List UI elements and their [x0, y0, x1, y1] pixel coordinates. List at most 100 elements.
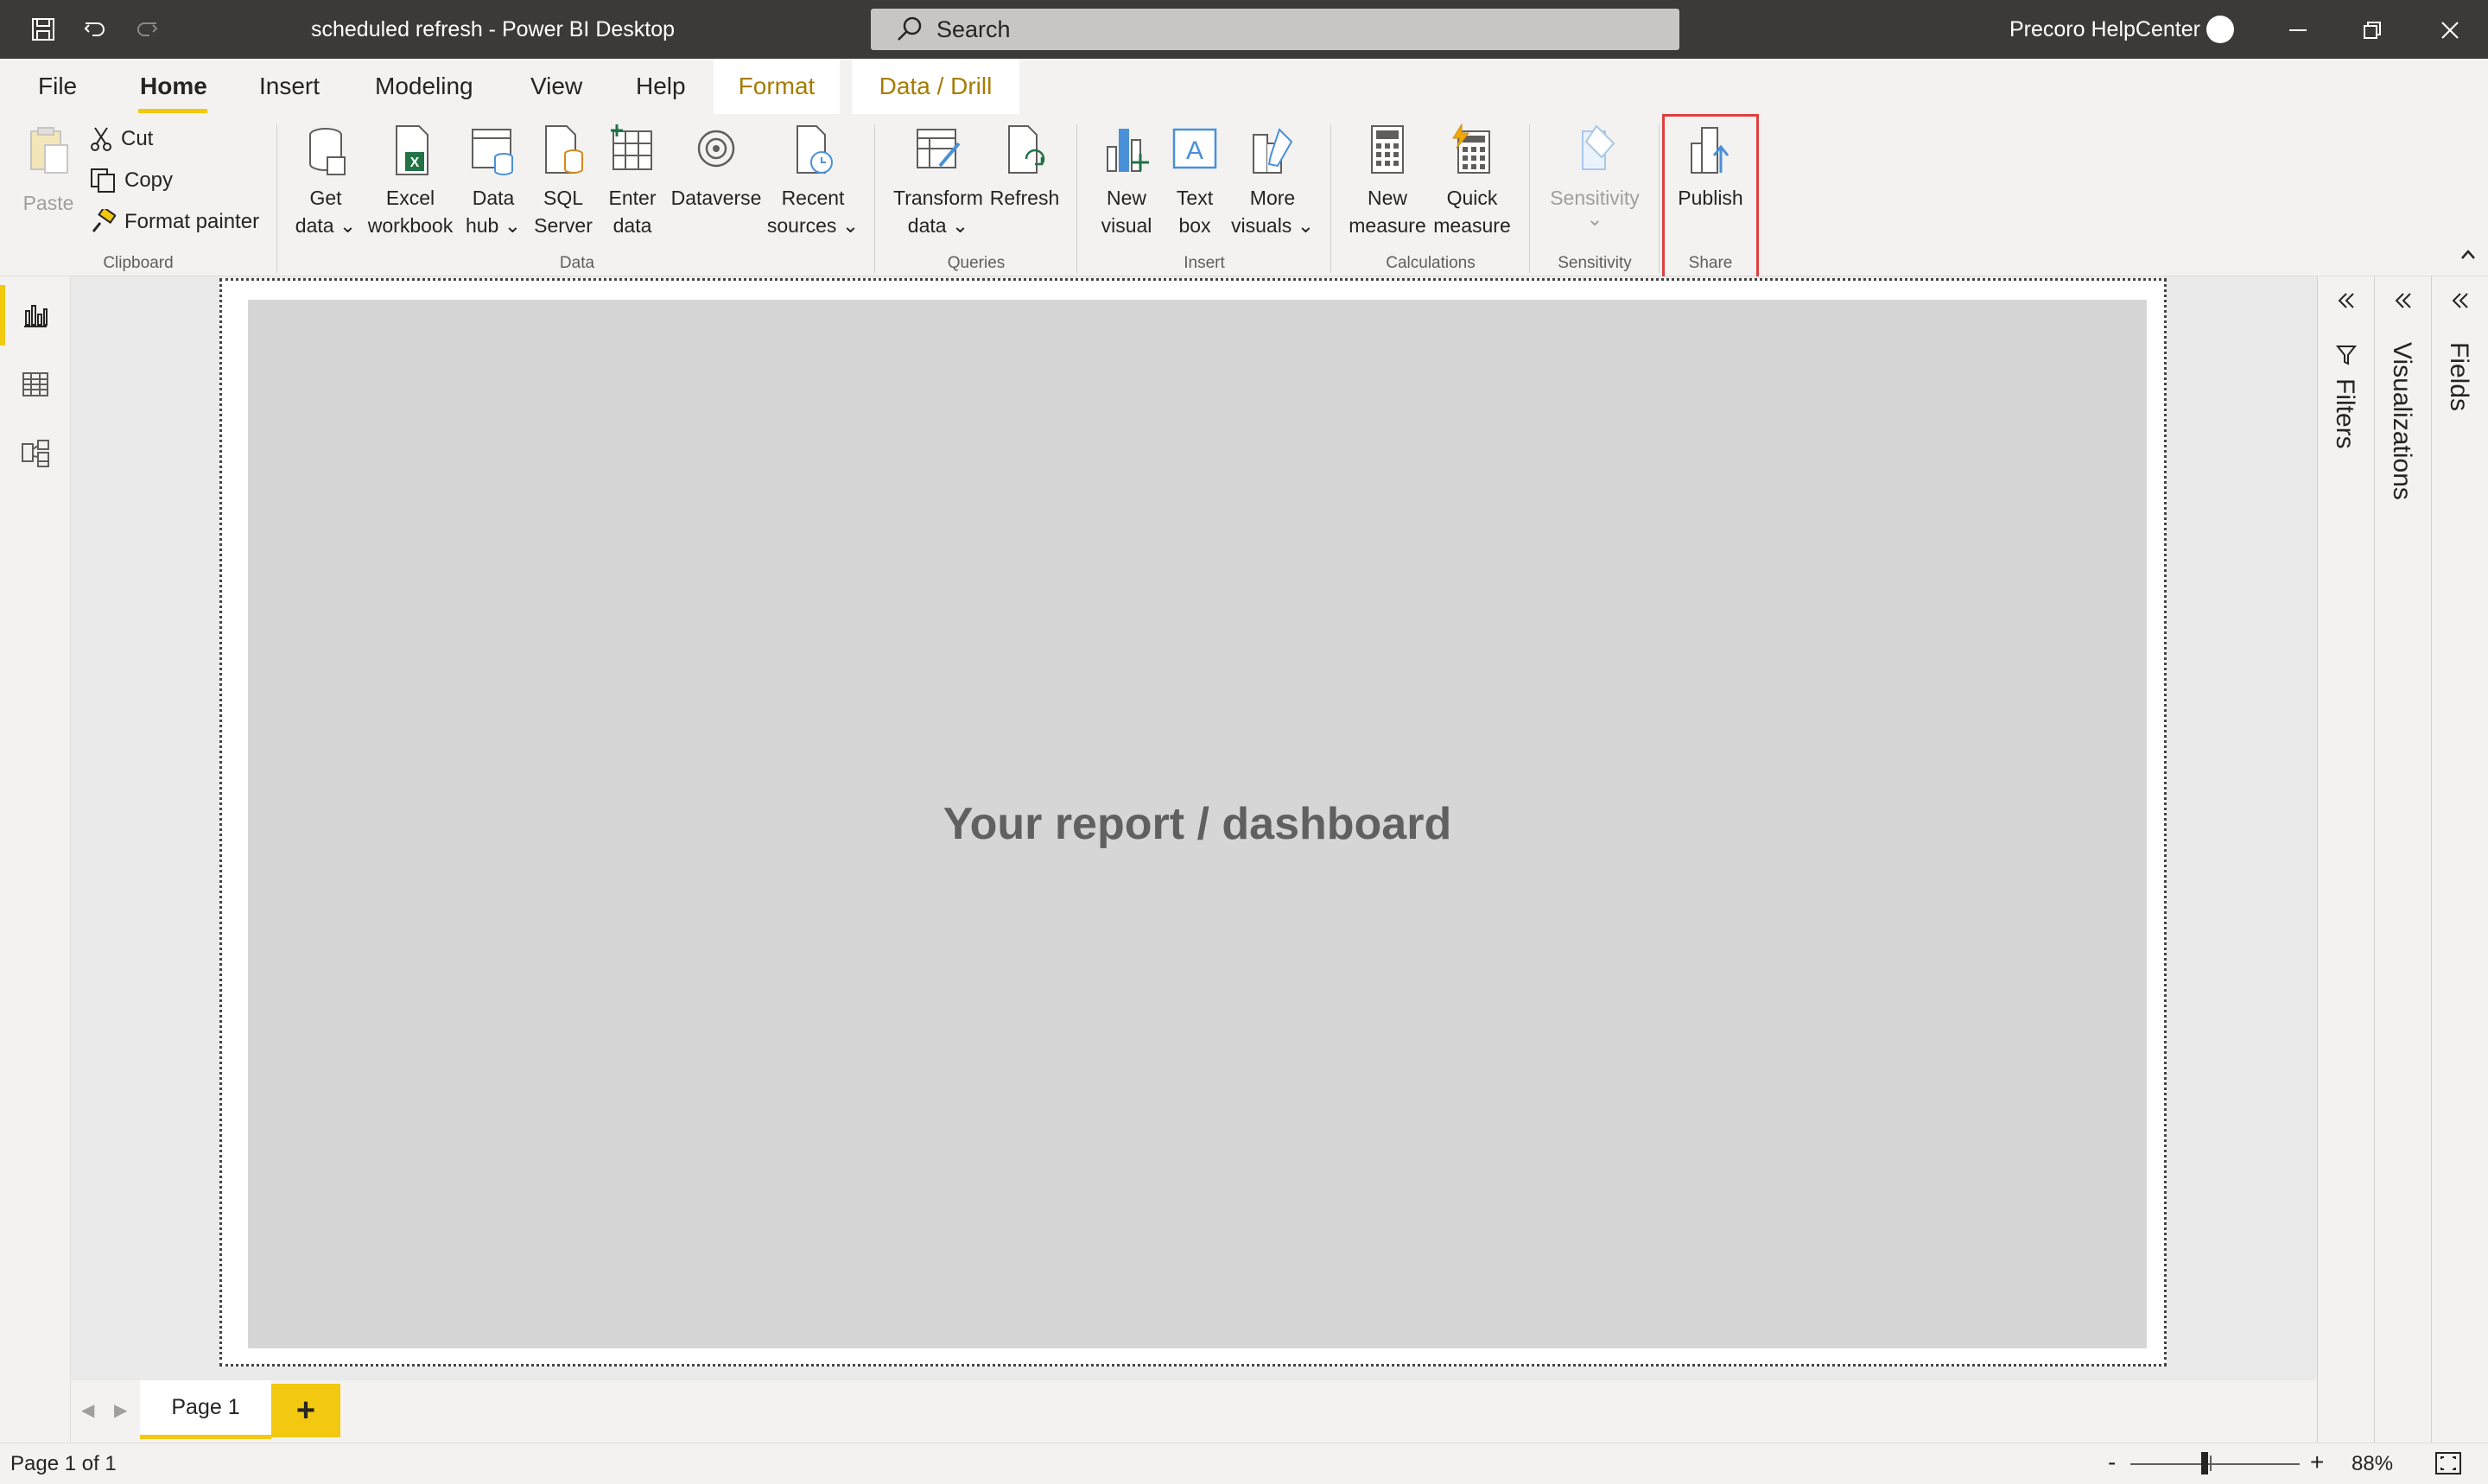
minimize-icon[interactable]: [2272, 9, 2324, 52]
dataverse-icon: [697, 130, 735, 168]
scissors-icon: [91, 127, 111, 151]
save-icon[interactable]: [26, 12, 60, 47]
tab-insert[interactable]: Insert: [259, 73, 320, 100]
more-visuals-icon: [1253, 128, 1293, 174]
avatar[interactable]: [2206, 16, 2234, 43]
tab-data-drill[interactable]: Data / Drill: [852, 59, 1019, 114]
data-hub-button[interactable]: Data hub ⌄: [458, 123, 529, 239]
page-tabs-bar: ◀ ▶ Page 1 +: [71, 1380, 2317, 1443]
collapse-ribbon-icon[interactable]: [2459, 245, 2478, 269]
tab-format[interactable]: Format: [714, 59, 840, 114]
expand-filters-icon[interactable]: [2318, 289, 2374, 313]
zoom-in-button[interactable]: +: [2310, 1449, 2324, 1476]
tab-modeling[interactable]: Modeling: [375, 73, 473, 100]
fields-label: Fields: [2445, 342, 2473, 412]
visualizations-label: Visualizations: [2388, 342, 2416, 500]
sql-server-icon: [545, 125, 583, 174]
model-view-icon[interactable]: [0, 423, 71, 484]
ribbon-separator: [874, 124, 875, 273]
filters-label: Filters: [2331, 378, 2359, 449]
quick-measure-icon: [1452, 123, 1490, 174]
ribbon-separator: [1330, 124, 1331, 273]
paintbrush-icon: [92, 209, 116, 232]
copy-button[interactable]: Copy: [90, 168, 173, 193]
report-placeholder-text: Your report / dashboard: [943, 799, 1452, 849]
zoom-out-button[interactable]: -: [2108, 1449, 2116, 1476]
dataverse-button[interactable]: Dataverse: [669, 123, 764, 212]
next-page-icon[interactable]: ▶: [114, 1399, 127, 1421]
svg-text:A: A: [1186, 136, 1203, 165]
enter-data-button[interactable]: Enter data: [600, 123, 665, 239]
group-label-insert: Insert: [1184, 254, 1225, 272]
excel-workbook-button[interactable]: X Excel workbook: [363, 123, 458, 239]
zoom-slider-thumb[interactable]: [2201, 1452, 2208, 1474]
visualizations-pane[interactable]: Visualizations: [2374, 276, 2431, 1443]
page-tab[interactable]: Page 1: [140, 1380, 271, 1439]
text-box-button[interactable]: A Text box: [1163, 123, 1227, 239]
calculator-icon: [1371, 125, 1404, 174]
undo-icon[interactable]: [78, 12, 112, 47]
report-view-icon[interactable]: [0, 285, 71, 346]
close-icon[interactable]: [2424, 9, 2476, 52]
fields-pane[interactable]: Fields: [2431, 276, 2488, 1443]
zoom-default-tick: [2210, 1455, 2212, 1471]
active-tab-indicator: [138, 109, 207, 113]
format-painter-button[interactable]: Format painter: [90, 209, 259, 235]
search-icon: [898, 16, 922, 41]
new-measure-button[interactable]: New measure: [1346, 123, 1429, 239]
group-label-clipboard: Clipboard: [103, 254, 174, 272]
filters-pane[interactable]: Filters: [2317, 276, 2374, 1443]
ribbon-separator: [1659, 124, 1660, 273]
ribbon: Paste Cut Copy Format painter Clipboard …: [0, 114, 2488, 276]
transform-data-button[interactable]: Transform data ⌄: [890, 123, 987, 239]
more-visuals-button[interactable]: More visuals ⌄: [1230, 123, 1315, 239]
fit-to-page-icon[interactable]: [2434, 1450, 2462, 1476]
search-placeholder: Search: [936, 16, 1011, 42]
paste-icon: [30, 127, 68, 174]
publish-highlight: [1662, 114, 1759, 280]
add-page-button[interactable]: +: [271, 1384, 340, 1437]
tab-home[interactable]: Home: [140, 73, 207, 100]
ribbon-separator: [276, 124, 277, 273]
paste-button[interactable]: Paste: [17, 123, 79, 217]
data-view-icon[interactable]: [0, 354, 71, 415]
tab-help[interactable]: Help: [636, 73, 686, 100]
get-data-button[interactable]: Get data ⌄: [289, 123, 363, 239]
refresh-icon: [1008, 125, 1045, 174]
status-bar: Page 1 of 1 - + 88%: [0, 1443, 2488, 1484]
group-label-data: Data: [559, 254, 595, 272]
expand-fields-icon[interactable]: [2432, 289, 2488, 313]
redo-icon[interactable]: [130, 12, 164, 47]
svg-text:X: X: [410, 155, 420, 170]
sql-server-button[interactable]: SQL Server: [530, 123, 596, 239]
new-visual-button[interactable]: New visual: [1094, 123, 1159, 239]
table-icon: [611, 124, 652, 170]
restore-icon[interactable]: [2346, 9, 2398, 52]
text-box-icon: A: [1172, 128, 1217, 169]
cut-button[interactable]: Cut: [90, 126, 153, 152]
page-count: Page 1 of 1: [10, 1452, 117, 1475]
recent-sources-icon: [797, 125, 833, 174]
zoom-slider[interactable]: [2130, 1463, 2300, 1465]
copy-icon: [91, 168, 115, 193]
group-label-calculations: Calculations: [1386, 254, 1476, 272]
ribbon-separator: [1529, 124, 1530, 273]
bar-chart-icon: [1107, 129, 1149, 172]
data-hub-icon: [472, 129, 513, 175]
menu-tabs: Format Data / Drill File Home Insert Mod…: [0, 59, 2488, 114]
quick-measure-button[interactable]: Quick measure: [1431, 123, 1514, 239]
view-switcher: [0, 276, 71, 1443]
report-page[interactable]: Your report / dashboard: [219, 278, 2167, 1367]
prev-page-icon[interactable]: ◀: [81, 1399, 94, 1421]
database-icon: [309, 128, 346, 175]
recent-sources-button[interactable]: Recent sources ⌄: [765, 123, 860, 239]
tab-view[interactable]: View: [530, 73, 582, 100]
user-name[interactable]: Precoro HelpCenter: [2009, 17, 2200, 42]
search-box[interactable]: Search: [871, 9, 1679, 50]
report-canvas: Your report / dashboard: [71, 276, 2317, 1380]
tab-file[interactable]: File: [38, 73, 77, 100]
refresh-button[interactable]: Refresh: [988, 123, 1061, 212]
zoom-level[interactable]: 88%: [2352, 1452, 2393, 1476]
expand-visualizations-icon[interactable]: [2375, 289, 2431, 313]
sensitivity-button[interactable]: Sensitivity ⌄: [1545, 123, 1645, 229]
